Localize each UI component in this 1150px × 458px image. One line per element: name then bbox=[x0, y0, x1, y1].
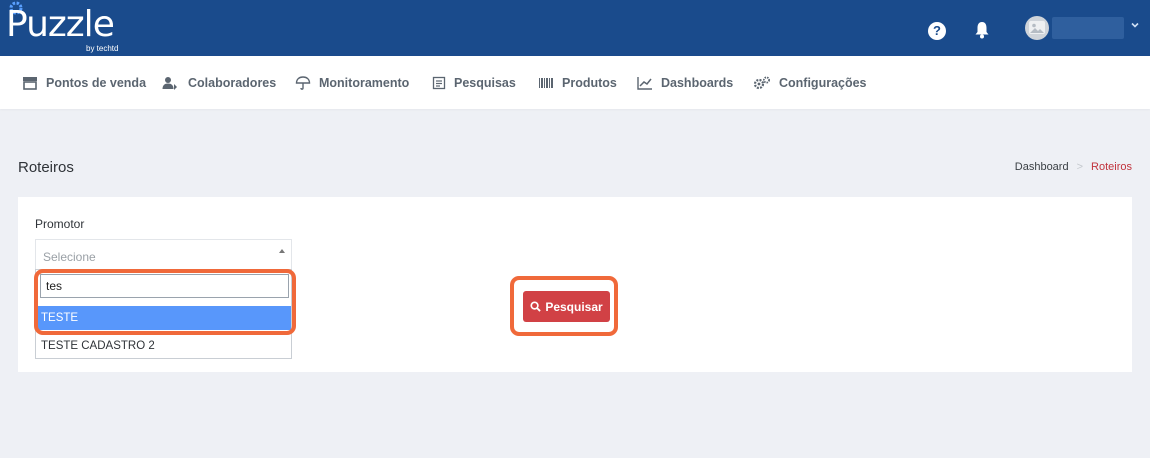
caret-up-icon bbox=[279, 249, 285, 253]
breadcrumb-current: Roteiros bbox=[1091, 161, 1132, 173]
gears-icon bbox=[753, 76, 770, 89]
nav-item-pesquisas[interactable]: Pesquisas bbox=[432, 56, 516, 109]
users-icon bbox=[162, 76, 177, 90]
nav-item-produtos[interactable]: Produtos bbox=[538, 56, 617, 109]
select-placeholder: Selecione bbox=[43, 250, 96, 264]
logo[interactable]: Puzzle by techtd bbox=[6, 1, 136, 54]
nav-item-monitoramento[interactable]: Monitoramento bbox=[295, 56, 409, 109]
nav-item-configuracoes[interactable]: Configurações bbox=[753, 56, 867, 109]
top-bar: Puzzle by techtd ? bbox=[0, 0, 1150, 56]
filter-card: Promotor Selecione TESTE TESTE CADASTRO … bbox=[18, 197, 1132, 372]
nav-item-colaboradores[interactable]: Colaboradores bbox=[162, 56, 276, 109]
search-button[interactable]: Pesquisar bbox=[523, 291, 610, 322]
bell-icon[interactable] bbox=[974, 21, 990, 39]
nav-label: Pesquisas bbox=[454, 75, 516, 90]
nav-item-pontos-de-venda[interactable]: Pontos de venda bbox=[22, 56, 146, 109]
store-icon bbox=[23, 76, 37, 90]
logo-tagline: by techtd bbox=[86, 44, 119, 53]
survey-icon bbox=[432, 76, 446, 89]
dropdown-option[interactable]: TESTE bbox=[36, 306, 291, 330]
umbrella-icon bbox=[295, 75, 311, 90]
logo-wordmark: Puzzle bbox=[6, 4, 115, 45]
nav-label: Configurações bbox=[779, 75, 867, 90]
promotor-select[interactable]: Selecione bbox=[35, 239, 292, 269]
question-circle-icon[interactable]: ? bbox=[928, 22, 946, 40]
avatar-image-icon bbox=[1029, 21, 1045, 34]
breadcrumb-separator: > bbox=[1076, 161, 1084, 173]
nav-label: Pontos de venda bbox=[46, 75, 147, 90]
nav-item-dashboards[interactable]: Dashboards bbox=[637, 56, 733, 109]
search-icon bbox=[530, 301, 542, 312]
main-nav: Pontos de venda Colaboradores Monitorame… bbox=[0, 56, 1150, 109]
barcode-icon bbox=[539, 77, 553, 88]
user-name-redacted[interactable] bbox=[1052, 17, 1124, 39]
nav-label: Produtos bbox=[562, 75, 617, 90]
breadcrumb: Dashboard > Roteiros bbox=[1015, 161, 1132, 173]
promotor-label: Promotor bbox=[35, 217, 85, 231]
nav-label: Monitoramento bbox=[319, 75, 410, 90]
nav-label: Dashboards bbox=[661, 75, 734, 90]
nav-label: Colaboradores bbox=[188, 75, 277, 90]
promotor-search-input[interactable] bbox=[40, 274, 289, 298]
chevron-down-icon[interactable] bbox=[1130, 20, 1142, 32]
dropdown-option[interactable]: TESTE CADASTRO 2 bbox=[36, 334, 291, 358]
breadcrumb-dashboard-link[interactable]: Dashboard bbox=[1015, 161, 1069, 173]
search-button-label: Pesquisar bbox=[545, 299, 603, 314]
avatar[interactable] bbox=[1025, 16, 1049, 40]
chart-icon bbox=[637, 76, 652, 90]
page-title: Roteiros bbox=[18, 159, 74, 176]
promotor-dropdown: TESTE TESTE CADASTRO 2 bbox=[35, 269, 292, 359]
